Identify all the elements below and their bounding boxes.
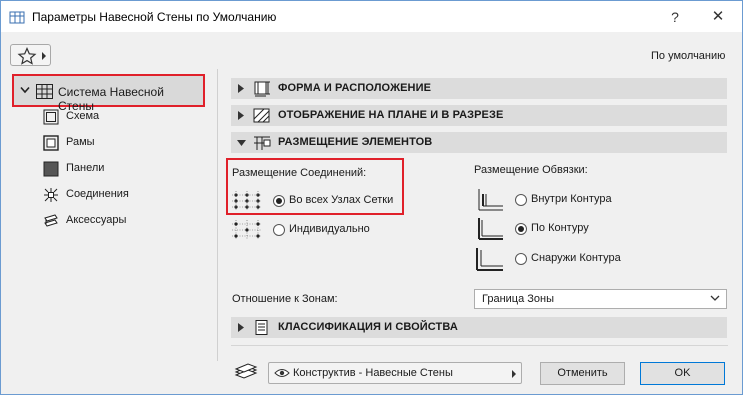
all-nodes-icon xyxy=(232,191,262,211)
section-label: ОТОБРАЖЕНИЕ НА ПЛАНЕ И В РАЗРЕЗЕ xyxy=(278,109,504,121)
scheme-icon xyxy=(43,109,59,125)
collapsed-arrow-icon xyxy=(238,84,244,93)
ok-button[interactable]: OK xyxy=(640,362,725,385)
option-label: Индивидуально xyxy=(289,223,370,235)
option-all-grid-nodes[interactable]: Во всех Узлах Сетки xyxy=(232,191,397,211)
boundary-outside-icon xyxy=(476,248,503,271)
boundary-placement-label: Размещение Обвязки: xyxy=(474,164,588,176)
section-classification-and-properties[interactable]: КЛАССИФИКАЦИЯ И СВОЙСТВА xyxy=(231,317,727,338)
section-label: КЛАССИФИКАЦИЯ И СВОЙСТВА xyxy=(278,321,458,333)
zone-relation-select[interactable]: Граница Зоны xyxy=(474,289,727,309)
sidebar-item-curtain-wall-system[interactable]: Система Навесной Стены xyxy=(12,74,205,113)
frame-icon xyxy=(43,135,59,151)
radio-outside-contour[interactable] xyxy=(515,253,527,265)
sidebar-root-label: Система Навесной Стены xyxy=(58,85,164,113)
option-label: Во всех Узлах Сетки xyxy=(289,194,394,206)
title-bar: Параметры Навесной Стены по Умолчанию ? … xyxy=(1,1,742,32)
expanded-arrow-icon xyxy=(237,140,246,146)
panel-icon xyxy=(43,161,59,177)
chevron-down-icon[interactable] xyxy=(20,86,30,94)
shape-placement-icon xyxy=(254,81,270,97)
collapsed-arrow-icon xyxy=(238,323,244,332)
window-title: Параметры Навесной Стены по Умолчанию xyxy=(32,10,277,24)
sidebar-item-label: Схема xyxy=(66,110,100,122)
option-label: Внутри Контура xyxy=(531,193,612,205)
junction-icon xyxy=(44,188,58,202)
section-label: РАЗМЕЩЕНИЕ ЭЛЕМЕНТОВ xyxy=(278,136,433,148)
boundary-inside-icon xyxy=(478,189,503,211)
option-on-contour[interactable]: По Контуру xyxy=(476,217,646,241)
boundary-on-icon xyxy=(478,218,503,240)
radio-individual[interactable] xyxy=(273,224,285,236)
option-inside-contour[interactable]: Внутри Контура xyxy=(476,188,646,212)
radio-on-contour[interactable] xyxy=(515,223,527,235)
floor-plan-icon xyxy=(253,108,270,123)
footer-separator xyxy=(231,345,728,346)
sidebar-item-label: Аксессуары xyxy=(66,214,127,226)
eye-icon xyxy=(274,369,290,377)
classification-icon xyxy=(255,320,268,335)
default-settings-label: По умолчанию xyxy=(651,50,726,62)
zone-relation-label: Отношение к Зонам: xyxy=(232,293,338,305)
section-shape-and-placement[interactable]: ФОРМА И РАСПОЛОЖЕНИЕ xyxy=(231,78,727,99)
app-icon xyxy=(9,9,25,25)
radio-inside-contour[interactable] xyxy=(515,194,527,206)
collapsed-arrow-icon xyxy=(238,111,244,120)
dialog-window: Параметры Навесной Стены по Умолчанию ? … xyxy=(0,0,743,395)
individual-nodes-icon xyxy=(232,220,262,240)
section-element-placement[interactable]: РАЗМЕЩЕНИЕ ЭЛЕМЕНТОВ xyxy=(231,132,727,153)
section-label: ФОРМА И РАСПОЛОЖЕНИЕ xyxy=(278,82,432,94)
section-floor-plan-and-section[interactable]: ОТОБРАЖЕНИЕ НА ПЛАНЕ И В РАЗРЕЗЕ xyxy=(231,105,727,126)
chevron-down-icon xyxy=(710,295,720,301)
zone-relation-value: Граница Зоны xyxy=(482,293,555,305)
layer-select[interactable]: Конструктив - Навесные Стены xyxy=(268,362,522,384)
sidebar-item-label: Рамы xyxy=(66,136,95,148)
cancel-button[interactable]: Отменить xyxy=(540,362,625,385)
option-label: По Контуру xyxy=(531,222,589,234)
accessory-icon xyxy=(44,214,58,227)
layer-caret-icon xyxy=(512,370,516,378)
option-outside-contour[interactable]: Снаружи Контура xyxy=(476,247,646,271)
sidebar-item-label: Панели xyxy=(66,162,105,174)
curtain-wall-icon xyxy=(36,84,53,99)
star-icon xyxy=(17,47,37,65)
option-label: Снаружи Контура xyxy=(531,252,621,264)
layer-value: Конструктив - Навесные Стены xyxy=(293,367,453,379)
layer-icon xyxy=(234,363,258,379)
element-placement-icon xyxy=(254,136,271,150)
radio-all-grid-nodes[interactable] xyxy=(273,195,285,207)
help-button[interactable]: ? xyxy=(665,7,685,27)
close-button[interactable]: ✕ xyxy=(708,7,728,27)
sidebar-item-label: Соединения xyxy=(66,188,129,200)
favorites-button[interactable] xyxy=(10,44,51,66)
settings-tree: Система Навесной Стены Схема Рамы Панели xyxy=(1,69,216,369)
favorites-caret-icon xyxy=(42,52,46,60)
panel-divider xyxy=(217,69,218,361)
option-individual[interactable]: Индивидуально xyxy=(232,220,397,240)
